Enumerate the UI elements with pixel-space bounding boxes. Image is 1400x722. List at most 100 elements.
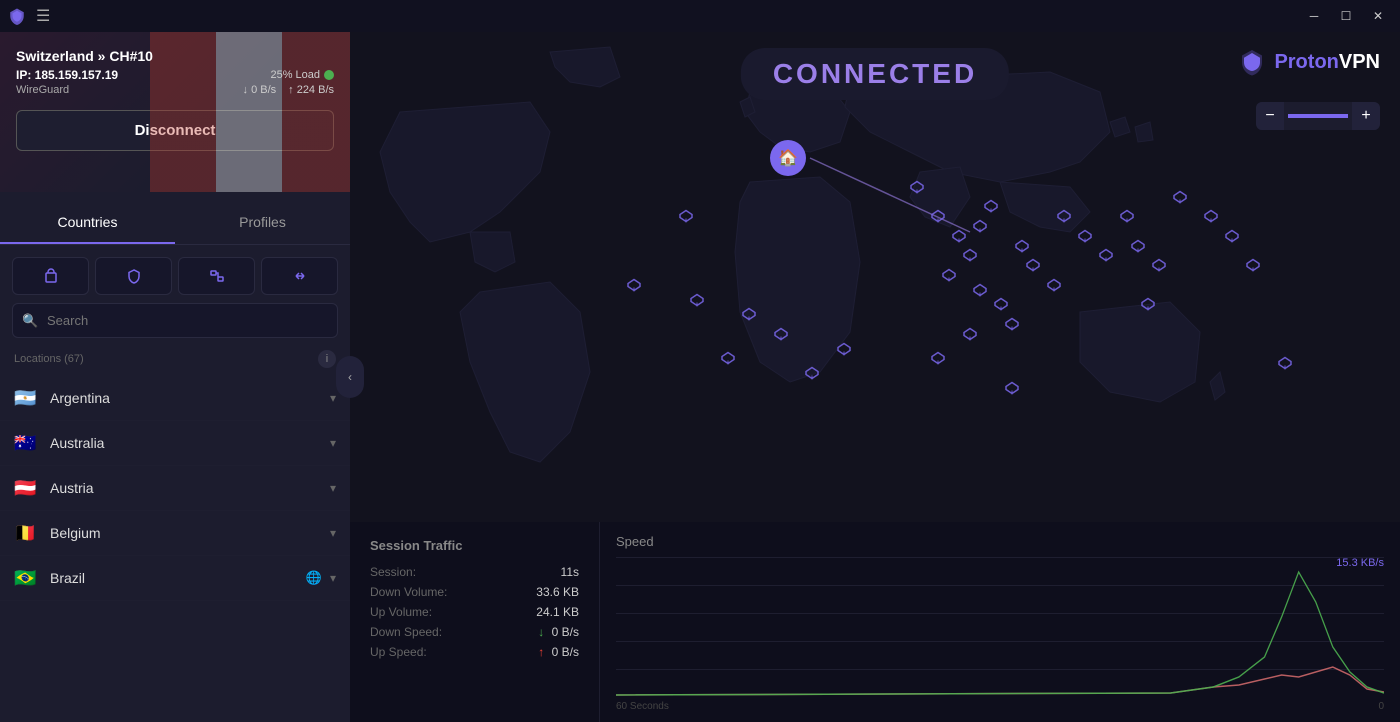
chart-svg (616, 557, 1384, 697)
session-label: Session: (370, 565, 416, 579)
home-circle-icon: 🏠 (770, 140, 806, 176)
app-logo-icon (8, 7, 26, 25)
window-controls: ─ ☐ ✕ (1300, 5, 1392, 27)
country-item-belgium[interactable]: 🇧🇪 Belgium ▾ (0, 511, 350, 556)
down-speed-value: ↓ 0 B/s (538, 625, 579, 639)
stat-row-up-volume: Up Volume: 24.1 KB (370, 605, 579, 619)
info-button[interactable]: i (318, 350, 336, 368)
search-input[interactable] (12, 303, 338, 338)
main-layout: Switzerland » CH#10 IP: 185.159.157.19 2… (0, 32, 1400, 722)
chart-time-end: 0 (1378, 701, 1384, 712)
stat-row-session: Session: 11s (370, 565, 579, 579)
protonvpn-logo-icon (1238, 48, 1266, 76)
load-text: 25% Load (270, 69, 320, 81)
down-volume-value: 33.6 KB (536, 585, 579, 599)
chevron-down-brazil-icon: ▾ (330, 571, 336, 585)
speed-info: ↓ 0 B/s ↑ 224 B/s (243, 84, 334, 96)
locations-label: Locations (67) i (0, 346, 350, 376)
session-traffic-title: Session Traffic (370, 538, 579, 553)
stat-row-up-speed: Up Speed: ↑ 0 B/s (370, 645, 579, 659)
chart-canvas (616, 557, 1384, 697)
up-volume-value: 24.1 KB (536, 605, 579, 619)
sidebar-info: Switzerland » CH#10 IP: 185.159.157.19 2… (0, 32, 350, 96)
connection-title: Switzerland » CH#10 (16, 48, 334, 64)
proton-logo: ProtonVPN (1238, 48, 1380, 76)
filter-shield[interactable] (95, 257, 172, 295)
tabs: Countries Profiles (0, 202, 350, 245)
chart-time-start: 60 Seconds (616, 701, 669, 712)
tab-profiles[interactable]: Profiles (175, 202, 350, 244)
chevron-down-australia-icon: ▾ (330, 436, 336, 450)
hamburger-menu-icon[interactable]: ☰ (36, 6, 50, 26)
flag-belgium-icon: 🇧🇪 (14, 524, 38, 542)
country-item-argentina[interactable]: 🇦🇷 Argentina ▾ (0, 376, 350, 421)
session-traffic: Session Traffic Session: 11s Down Volume… (350, 522, 600, 722)
title-bar-left: ☰ (8, 6, 50, 26)
title-bar: ☰ ─ ☐ ✕ (0, 0, 1400, 32)
country-item-austria[interactable]: 🇦🇹 Austria ▾ (0, 466, 350, 511)
country-name-brazil: Brazil (50, 570, 306, 586)
filter-p2p[interactable] (178, 257, 255, 295)
connected-badge: CONNECTED (741, 48, 1009, 100)
flag-brazil-icon: 🇧🇷 (14, 569, 38, 587)
load-indicator: 25% Load (270, 69, 334, 81)
load-dot-icon (324, 70, 334, 80)
country-list: 🇦🇷 Argentina ▾ 🇦🇺 Australia ▾ 🇦🇹 Austria… (0, 376, 350, 722)
home-pin: 🏠 (770, 140, 806, 176)
arrow-down-icon: ↓ (538, 625, 544, 639)
protonvpn-logo-text: ProtonVPN (1274, 51, 1380, 74)
country-item-australia[interactable]: 🇦🇺 Australia ▾ (0, 421, 350, 466)
flag-argentina-icon: 🇦🇷 (14, 389, 38, 407)
down-speed: ↓ 0 B/s (243, 84, 277, 96)
chart-time-labels: 60 Seconds 0 (616, 701, 1384, 712)
maximize-button[interactable]: ☐ (1332, 5, 1360, 27)
bottom-panel: Session Traffic Session: 11s Down Volume… (350, 522, 1400, 722)
zoom-controls: − + (1256, 102, 1380, 130)
zoom-bar (1288, 114, 1348, 118)
collapse-sidebar-button[interactable]: ‹ (336, 356, 364, 398)
ip-row: IP: 185.159.157.19 25% Load (16, 68, 334, 82)
connected-text: CONNECTED (773, 58, 977, 89)
locations-count: Locations (67) (14, 353, 84, 365)
chevron-down-austria-icon: ▾ (330, 481, 336, 495)
stat-row-down-speed: Down Speed: ↓ 0 B/s (370, 625, 579, 639)
tab-countries[interactable]: Countries (0, 202, 175, 244)
ip-address: IP: 185.159.157.19 (16, 68, 118, 82)
flag-australia-icon: 🇦🇺 (14, 434, 38, 452)
down-volume-label: Down Volume: (370, 585, 447, 599)
speed-chart-title: Speed (616, 534, 1384, 549)
main-content: ‹ (350, 32, 1400, 722)
flag-austria-icon: 🇦🇹 (14, 479, 38, 497)
stat-row-down-volume: Down Volume: 33.6 KB (370, 585, 579, 599)
country-name-austria: Austria (50, 480, 330, 496)
zoom-out-button[interactable]: − (1256, 102, 1284, 130)
down-speed-label: Down Speed: (370, 625, 442, 639)
up-volume-label: Up Volume: (370, 605, 432, 619)
close-button[interactable]: ✕ (1364, 5, 1392, 27)
country-name-belgium: Belgium (50, 525, 330, 541)
search-bar: 🔍 (12, 303, 338, 338)
world-map-background (350, 32, 1400, 522)
country-name-australia: Australia (50, 435, 330, 451)
chevron-down-argentina-icon: ▾ (330, 391, 336, 405)
protocol-label: WireGuard (16, 84, 69, 96)
minimize-button[interactable]: ─ (1300, 5, 1328, 27)
map-area: CONNECTED ProtonVPN − + 🏠 (350, 32, 1400, 522)
filter-secure-core[interactable] (12, 257, 89, 295)
session-value: 11s (561, 565, 579, 579)
arrow-up-icon: ↑ (538, 645, 544, 659)
chevron-down-belgium-icon: ▾ (330, 526, 336, 540)
search-wrap: 🔍 (12, 303, 338, 338)
sidebar: Switzerland » CH#10 IP: 185.159.157.19 2… (0, 32, 350, 722)
globe-brazil-icon: 🌐 (306, 570, 322, 586)
country-item-brazil[interactable]: 🇧🇷 Brazil 🌐 ▾ (0, 556, 350, 601)
up-speed: ↑ 224 B/s (288, 84, 334, 96)
up-speed-value: ↑ 0 B/s (538, 645, 579, 659)
filter-row (0, 245, 350, 303)
speed-chart-area: Speed 15.3 KB/s (600, 522, 1400, 722)
up-speed-label: Up Speed: (370, 645, 427, 659)
filter-tor[interactable] (261, 257, 338, 295)
connection-header: Switzerland » CH#10 IP: 185.159.157.19 2… (0, 32, 350, 192)
protocol-row: WireGuard ↓ 0 B/s ↑ 224 B/s (16, 84, 334, 96)
zoom-in-button[interactable]: + (1352, 102, 1380, 130)
